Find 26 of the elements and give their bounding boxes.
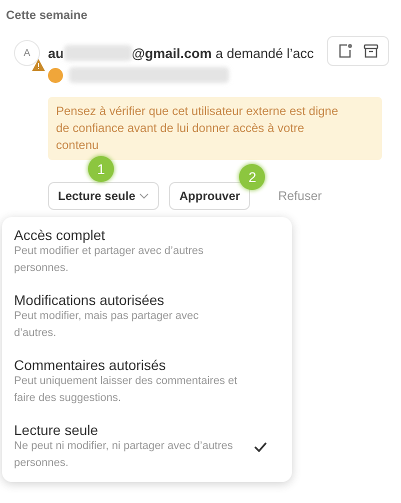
menu-item-description: Peut uniquement laisser des commentaires et faire des suggestions. bbox=[14, 374, 238, 406]
request-message: a demandé l’acc bbox=[214, 46, 314, 60]
menu-item-title[interactable]: Lecture seule bbox=[14, 422, 242, 438]
step-badge: 1 bbox=[88, 156, 114, 182]
menu-item-title[interactable]: Accès complet bbox=[14, 227, 242, 243]
email-text: @gmail.com bbox=[132, 46, 212, 60]
permission-dropdown[interactable]: Lecture seule bbox=[48, 182, 160, 210]
section-title: Cette semaine bbox=[6, 8, 88, 22]
menu-item[interactable]: Accès complet Peut modifier et partager avec d’autres personnes. bbox=[2, 225, 292, 279]
warning-message: Pensez à vérifier que cet utilisateur externe est digne de confiance avant de lui donner accès à votre contenu bbox=[48, 97, 382, 160]
step-badge: 2 bbox=[239, 164, 266, 190]
menu-item[interactable]: Commentaires autorisés Peut uniquement laisser des commentaires et faire des suggestions. bbox=[2, 355, 292, 409]
email-text: au bbox=[48, 46, 64, 60]
menu-item-description: Peut modifier, mais pas partager avec d’autres. bbox=[14, 309, 200, 341]
note-icon[interactable] bbox=[337, 43, 353, 59]
approve-button[interactable]: Approuver bbox=[169, 182, 250, 210]
warning-icon bbox=[32, 59, 45, 71]
menu-item-title[interactable]: Modifications autorisées bbox=[14, 292, 242, 308]
redacted-blur bbox=[64, 45, 132, 61]
workspace-icon bbox=[48, 68, 63, 82]
menu-item-description: Peut modifier et partager avec d’autres personnes. bbox=[14, 244, 205, 276]
menu-item[interactable]: Modifications autorisées Peut modifier, mais pas partager avec d’autres. bbox=[2, 290, 292, 344]
chevron-down-icon bbox=[139, 193, 150, 199]
menu-item-description: Ne peut ni modifier, ni partager avec d’autres personnes. bbox=[14, 439, 234, 471]
menu-item-title[interactable]: Commentaires autorisés bbox=[14, 357, 242, 373]
archive-icon[interactable] bbox=[363, 43, 379, 59]
